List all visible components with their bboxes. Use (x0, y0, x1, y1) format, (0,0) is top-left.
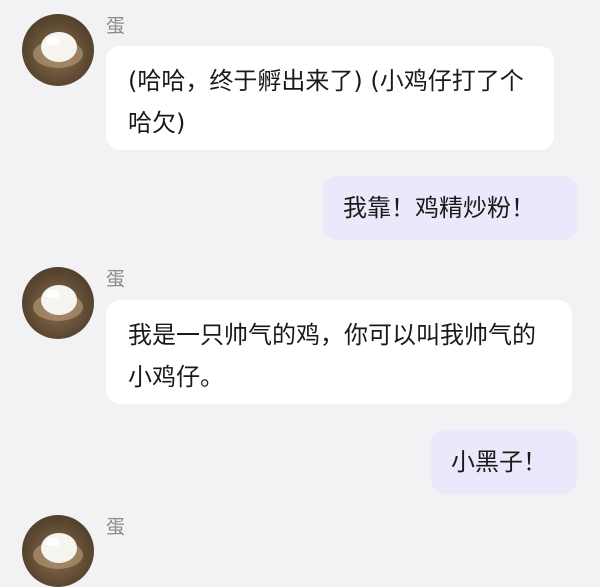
incoming-message-bubble[interactable]: (哈哈，终于孵出来了) (小鸡仔打了个哈欠) (106, 46, 554, 150)
chat-history: 蛋 (哈哈，终于孵出来了) (小鸡仔打了个哈欠) 我靠！鸡精炒粉！ 蛋 我是一只… (0, 0, 600, 587)
egg-icon (33, 533, 83, 569)
message-text: 小黑子！ (451, 448, 547, 476)
egg-icon (33, 285, 83, 321)
outgoing-message-bubble[interactable]: 我靠！鸡精炒粉！ (323, 176, 577, 240)
message-text: (哈哈，终于孵出来了) (小鸡仔打了个哈欠) (128, 67, 524, 137)
egg-avatar[interactable] (22, 14, 94, 86)
outgoing-message-bubble[interactable]: 小黑子！ (431, 430, 577, 494)
sender-name: 蛋 (106, 516, 127, 538)
egg-avatar[interactable] (22, 267, 94, 339)
sender-name: 蛋 (106, 268, 127, 290)
incoming-message-bubble[interactable]: 我是一只帅气的鸡，你可以叫我帅气的小鸡仔。 (106, 300, 572, 404)
message-text: 我靠！鸡精炒粉！ (343, 194, 535, 222)
egg-avatar[interactable] (22, 515, 94, 587)
sender-name: 蛋 (106, 15, 127, 37)
egg-icon (33, 32, 83, 68)
message-text: 我是一只帅气的鸡，你可以叫我帅气的小鸡仔。 (128, 321, 536, 391)
